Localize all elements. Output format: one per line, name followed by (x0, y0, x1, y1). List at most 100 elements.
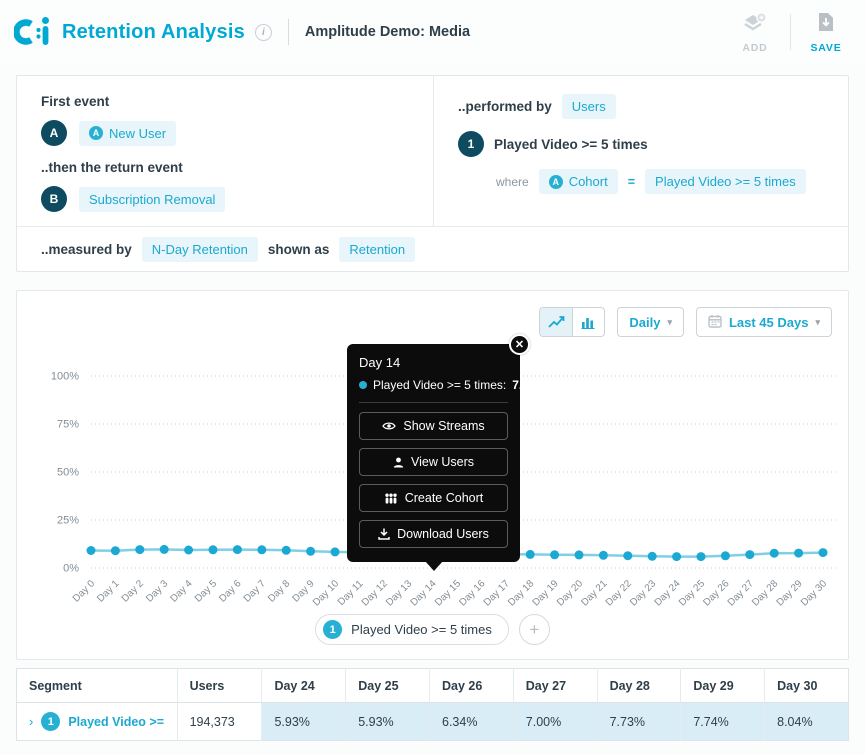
col-day-29: Day 29 (681, 669, 765, 703)
x-axis-label: Day 14 (409, 578, 439, 608)
plus-icon: + (529, 620, 539, 640)
measured-by-label: ..measured by (41, 242, 132, 257)
add-button[interactable]: ADD (734, 11, 776, 54)
data-point[interactable] (575, 550, 584, 559)
chart-legend: 1 Played Video >= 5 times + (17, 614, 848, 645)
data-point[interactable] (623, 551, 632, 560)
day-29-cell[interactable]: 7.74% (681, 703, 765, 741)
tooltip-value: 7.75% (512, 378, 546, 392)
x-axis-label: Day 3 (144, 578, 171, 605)
table-row: › 1 Played Video >= 5 t... 194,373 5.93%… (17, 703, 849, 741)
add-series-button[interactable]: + (519, 614, 550, 645)
data-point[interactable] (697, 552, 706, 561)
day-30-cell[interactable]: 8.04% (765, 703, 849, 741)
data-point[interactable] (794, 549, 803, 558)
x-axis-label: Day 6 (217, 578, 244, 605)
day-26-cell[interactable]: 6.34% (430, 703, 514, 741)
row-series-number: 1 (41, 712, 60, 731)
line-chart-toggle[interactable] (540, 308, 572, 336)
data-point[interactable] (721, 551, 730, 560)
day-25-cell[interactable]: 5.93% (346, 703, 430, 741)
data-point[interactable] (135, 545, 144, 554)
x-axis-label: Day 28 (750, 578, 780, 608)
cohort-icon: A (549, 175, 563, 189)
x-axis-label: Day 27 (726, 578, 756, 608)
data-point[interactable] (550, 550, 559, 559)
x-axis-label: Day 24 (653, 578, 683, 608)
day-28-cell[interactable]: 7.73% (597, 703, 681, 741)
data-point[interactable] (599, 551, 608, 560)
tooltip-title: Day 14 (359, 355, 508, 370)
segment-badge: 1 (458, 131, 484, 157)
data-point[interactable] (160, 545, 169, 554)
where-value-chip[interactable]: Played Video >= 5 times (645, 169, 806, 194)
data-point[interactable] (233, 545, 242, 554)
legend-series-pill[interactable]: 1 Played Video >= 5 times (315, 614, 509, 645)
x-axis-label: Day 18 (506, 578, 536, 608)
col-day-28: Day 28 (597, 669, 681, 703)
performed-by-chip[interactable]: Users (562, 94, 616, 119)
query-builder-panel: First event A A New User ..then the retu… (16, 75, 849, 272)
y-axis-label: 75% (57, 419, 79, 431)
row-segment-name[interactable]: Played Video >= 5 t... (68, 715, 164, 729)
data-point[interactable] (209, 545, 218, 554)
caret-down-icon: ▾ (815, 317, 820, 328)
day-24-cell[interactable]: 5.93% (262, 703, 346, 741)
x-axis-label: Day 26 (701, 578, 731, 608)
data-point[interactable] (282, 546, 291, 555)
x-axis-label: Day 20 (555, 578, 585, 608)
segment-name: Played Video >= 5 times (494, 137, 648, 152)
interval-dropdown[interactable]: Daily ▾ (617, 307, 684, 337)
eye-icon (382, 421, 396, 431)
data-point[interactable] (672, 552, 681, 561)
create-cohort-button[interactable]: Create Cohort (359, 484, 508, 512)
bar-chart-toggle[interactable] (572, 308, 604, 336)
save-button-label: SAVE (810, 42, 841, 54)
segment-cell: › 1 Played Video >= 5 t... (29, 712, 165, 731)
project-name: Amplitude Demo: Media (305, 24, 470, 40)
event-b-chip[interactable]: Subscription Removal (79, 187, 225, 212)
download-users-label: Download Users (397, 527, 489, 541)
save-button[interactable]: SAVE (805, 11, 847, 54)
x-axis-label: Day 23 (628, 578, 658, 608)
x-axis-label: Day 13 (384, 578, 414, 608)
data-point[interactable] (331, 547, 340, 556)
event-a-chip[interactable]: A New User (79, 121, 176, 146)
measured-by-chip[interactable]: N-Day Retention (142, 237, 258, 262)
download-users-button[interactable]: Download Users (359, 520, 508, 548)
data-point[interactable] (87, 546, 96, 555)
page-title: Retention Analysis (62, 21, 245, 44)
x-axis-label: Day 7 (242, 578, 269, 605)
data-point[interactable] (257, 545, 266, 554)
view-users-button[interactable]: View Users (359, 448, 508, 476)
data-point[interactable] (819, 548, 828, 557)
expand-chevron-icon[interactable]: › (29, 714, 33, 729)
shown-as-chip[interactable]: Retention (339, 237, 415, 262)
x-axis-label: Day 17 (482, 578, 512, 608)
return-event-label: ..then the return event (41, 160, 413, 175)
data-point[interactable] (745, 550, 754, 559)
series-dot-icon (359, 381, 367, 389)
x-axis-label: Day 29 (775, 578, 805, 608)
legend-series-label: Played Video >= 5 times (351, 622, 492, 637)
data-point[interactable] (111, 546, 120, 555)
data-point[interactable] (306, 547, 315, 556)
info-icon[interactable]: i (255, 24, 272, 41)
day-27-cell[interactable]: 7.00% (513, 703, 597, 741)
col-day-24: Day 24 (262, 669, 346, 703)
date-range-dropdown[interactable]: Last 45 Days ▾ (696, 307, 832, 337)
data-point[interactable] (770, 549, 779, 558)
show-streams-button[interactable]: Show Streams (359, 412, 508, 440)
event-a-badge: A (41, 120, 67, 146)
data-point[interactable] (184, 546, 193, 555)
where-label: where (496, 175, 529, 189)
data-point[interactable] (526, 550, 535, 559)
line-chart-icon (548, 315, 565, 329)
close-icon[interactable]: ✕ (509, 334, 530, 355)
where-operator[interactable]: = (628, 175, 635, 189)
where-property-chip[interactable]: A Cohort (539, 169, 618, 194)
header-divider (288, 19, 289, 45)
retention-analysis-page: Retention Analysis i Amplitude Demo: Med… (0, 0, 865, 754)
y-axis-label: 0% (63, 563, 79, 575)
data-point[interactable] (648, 552, 657, 561)
